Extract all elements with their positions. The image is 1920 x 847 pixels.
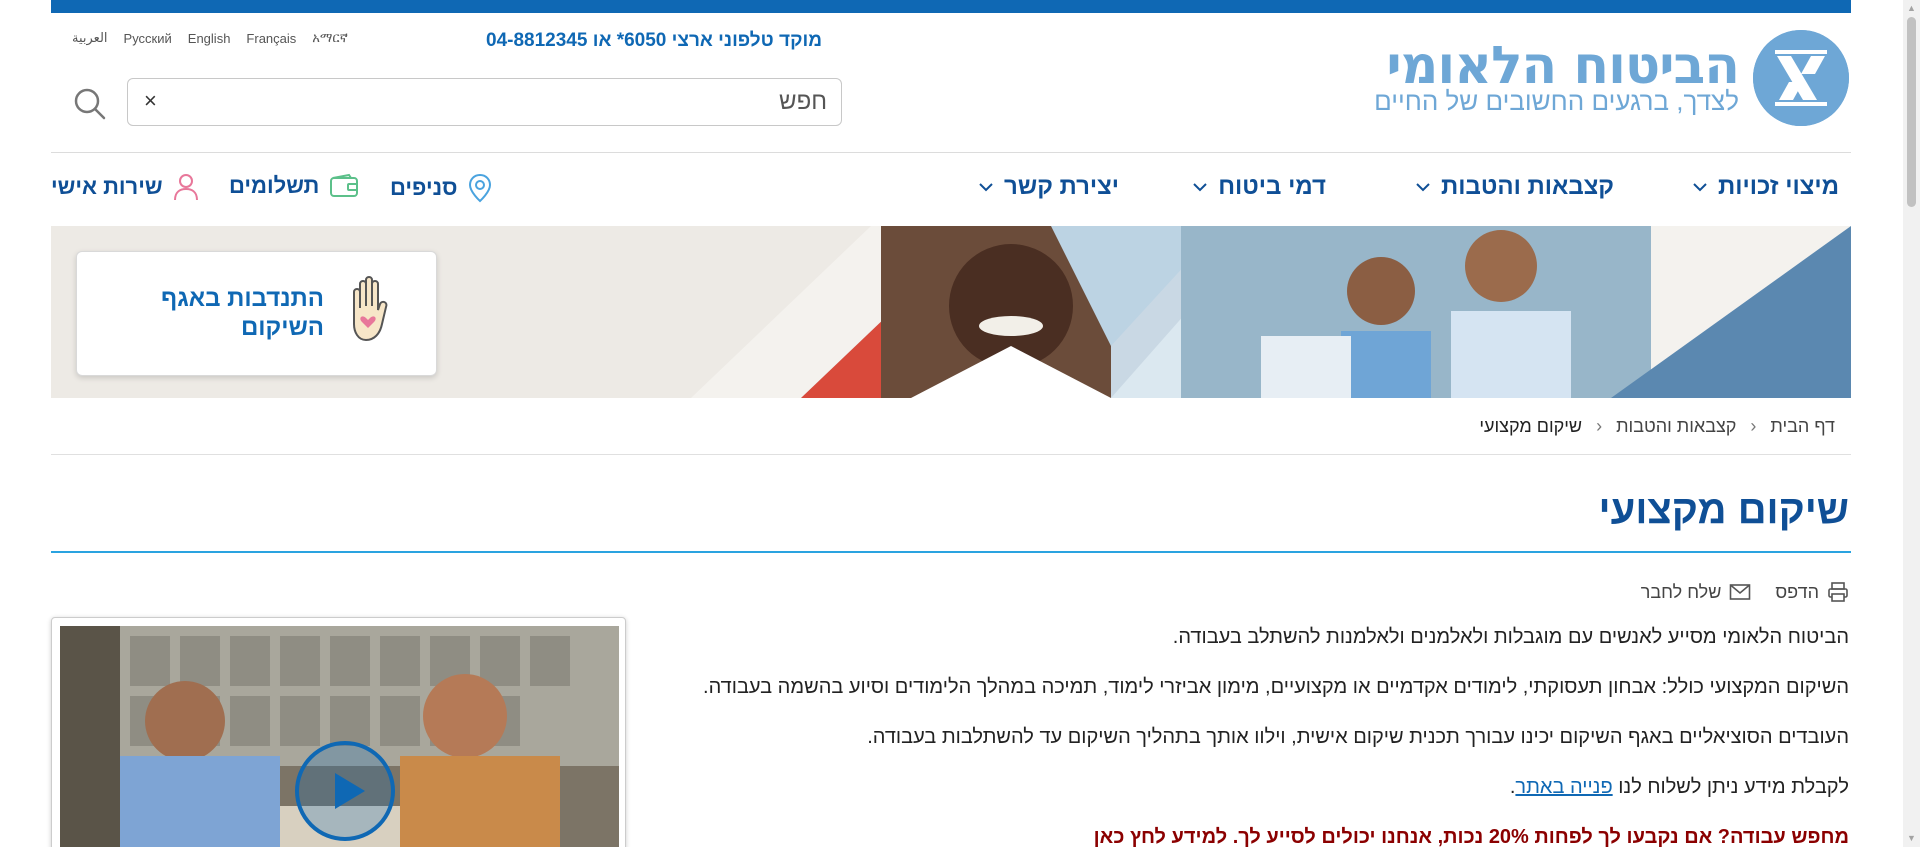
nav-contact[interactable]: יצירת קשר xyxy=(978,173,1119,201)
user-icon xyxy=(173,174,198,201)
nav-insurance-fees[interactable]: דמי ביטוח xyxy=(1192,173,1326,201)
location-pin-icon xyxy=(469,173,492,203)
print-button[interactable]: הדפס xyxy=(1775,581,1849,603)
search-box: × xyxy=(127,78,842,126)
nav-label: מיצוי זכויות xyxy=(1718,173,1839,200)
title-rule xyxy=(51,551,1851,553)
lang-russian[interactable]: Русский xyxy=(124,31,172,46)
wallet-icon xyxy=(330,173,359,197)
send-to-friend-button[interactable]: שלח לחבר xyxy=(1641,582,1752,603)
scroll-down-arrow-icon[interactable]: ▼ xyxy=(1903,830,1920,847)
nav-label: דמי ביטוח xyxy=(1218,173,1326,200)
page-title: שיקום מקצועי xyxy=(1598,488,1849,532)
hotline-phone[interactable]: מוקד טלפוני ארצי 6050* או 04-8812345 xyxy=(486,30,822,52)
envelope-icon xyxy=(1730,584,1751,600)
lang-french[interactable]: Français xyxy=(246,31,296,46)
chevron-down-icon xyxy=(1693,183,1707,192)
scrollbar-thumb[interactable] xyxy=(1907,17,1916,207)
util-label: תשלומים xyxy=(229,173,320,198)
nav-rights[interactable]: מיצוי זכויות xyxy=(1692,173,1839,201)
chevron-down-icon xyxy=(1416,183,1430,192)
top-accent-bar xyxy=(51,0,1851,13)
paragraph: העובדים הסוציאליים באגף השיקום יכינו עבו… xyxy=(867,726,1849,748)
video-thumbnail xyxy=(60,626,619,847)
lang-amharic[interactable]: አማርኛ xyxy=(312,30,348,46)
nav-label: קצבאות והטבות xyxy=(1441,173,1614,200)
online-inquiry-link[interactable]: פנייה באתר xyxy=(1515,776,1612,798)
util-branches[interactable]: סניפים xyxy=(390,173,493,203)
site-logo[interactable]: הביטוח הלאומי לצדך, ברגעים החשובים של הח… xyxy=(1374,30,1849,126)
header-divider xyxy=(51,152,1851,153)
logo-subtitle: לצדך, ברגעים החשובים של החיים xyxy=(1374,86,1739,116)
job-search-highlight[interactable]: מחפש עבודה? אם נקבעו לך לפחות 20% נכות, … xyxy=(689,825,1849,847)
breadcrumb-current: שיקום מקצועי xyxy=(1479,416,1583,436)
search-clear-button[interactable]: × xyxy=(144,88,157,114)
util-label: שירות אישי xyxy=(51,174,163,199)
send-label: שלח לחבר xyxy=(1640,581,1722,602)
search-input[interactable] xyxy=(207,87,827,117)
breadcrumb-home[interactable]: דף הבית xyxy=(1770,416,1835,437)
hand-heart-icon xyxy=(353,276,388,342)
breadcrumb: דף הבית ‹ קצבאות והטבות ‹ שיקום מקצועי xyxy=(1479,416,1835,437)
video-card[interactable] xyxy=(51,617,626,847)
play-button[interactable] xyxy=(295,741,395,841)
print-label: הדפס xyxy=(1775,581,1819,602)
util-personal-service[interactable]: שירות אישי xyxy=(51,173,199,201)
page-actions: הדפס שלח לחבר xyxy=(1641,581,1849,603)
contact-paragraph: לקבלת מידע ניתן לשלוח לנו פנייה באתר. xyxy=(689,775,1849,799)
breadcrumb-divider xyxy=(51,454,1851,455)
logo-emblem-icon xyxy=(1753,30,1849,126)
util-payments[interactable]: תשלומים xyxy=(229,173,359,199)
scroll-up-arrow-icon[interactable]: ▲ xyxy=(1903,0,1920,17)
chevron-down-icon xyxy=(979,183,993,192)
page-scrollbar[interactable]: ▲ ▼ xyxy=(1903,0,1920,847)
article-body: הביטוח הלאומי מסייע לאנשים עם מוגבלות ול… xyxy=(689,625,1849,847)
nav-label: יצירת קשר xyxy=(1004,173,1119,200)
volunteer-card[interactable]: התנדבות באגף השיקום xyxy=(76,251,437,376)
nav-benefits[interactable]: קצבאות והטבות xyxy=(1415,173,1614,201)
volunteer-text: התנדבות באגף השיקום xyxy=(161,285,324,341)
breadcrumb-benefits[interactable]: קצבאות והטבות xyxy=(1616,416,1736,437)
search-icon[interactable] xyxy=(72,86,106,120)
paragraph: השיקום המקצועי כולל: אבחון תעסוקתי, לימו… xyxy=(703,676,1849,698)
printer-icon xyxy=(1828,582,1848,602)
lang-english[interactable]: English xyxy=(188,31,231,46)
util-label: סניפים xyxy=(390,175,458,200)
paragraph: הביטוח הלאומי מסייע לאנשים עם מוגבלות ול… xyxy=(1172,626,1849,648)
chevron-down-icon xyxy=(1193,183,1207,192)
language-switcher: العربية Русский English Français አማርኛ xyxy=(72,30,348,46)
chevron-left-icon: ‹ xyxy=(1750,416,1757,436)
lang-arabic[interactable]: العربية xyxy=(72,30,108,46)
chevron-left-icon: ‹ xyxy=(1596,416,1603,436)
contact-prefix: לקבלת מידע ניתן לשלוח לנו xyxy=(1612,776,1849,798)
play-icon xyxy=(335,773,365,809)
